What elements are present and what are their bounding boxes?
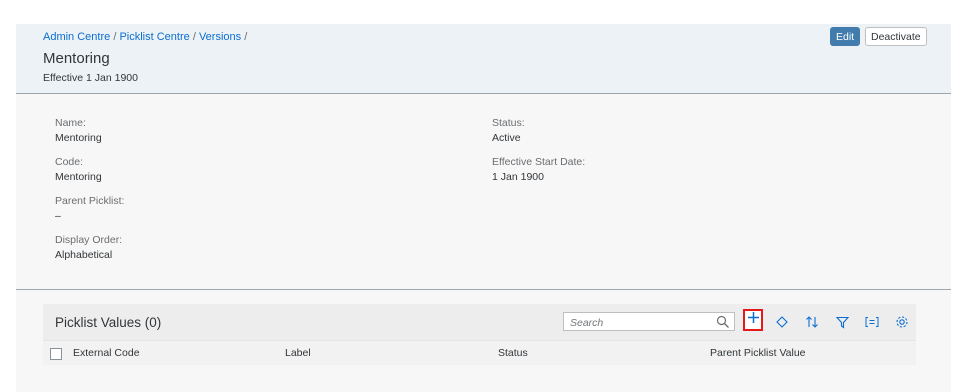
breadcrumb-picklist-centre[interactable]: Picklist Centre: [119, 31, 189, 43]
effective-start-date-value: 1 Jan 1900: [492, 171, 544, 183]
deactivate-button[interactable]: Deactivate: [865, 27, 927, 46]
display-order-value: Alphabetical: [55, 249, 113, 261]
display-order-label: Display Order:: [55, 234, 123, 246]
breadcrumb-separator: /: [113, 31, 117, 43]
parent-picklist-label: Parent Picklist:: [55, 195, 125, 207]
effective-start-date-label: Effective Start Date:: [492, 156, 586, 168]
search-input[interactable]: [564, 314, 716, 332]
code-label: Code:: [55, 156, 84, 168]
page-title: Mentoring: [43, 50, 110, 67]
search-icon[interactable]: [716, 315, 730, 329]
add-button[interactable]: [743, 309, 763, 331]
page-subtitle: Effective 1 Jan 1900: [43, 72, 138, 84]
select-all-checkbox[interactable]: [50, 348, 62, 360]
table-toolbar: Picklist Values (0): [43, 304, 916, 340]
column-label[interactable]: Label: [285, 347, 311, 359]
column-external-code[interactable]: External Code: [73, 347, 140, 359]
column-parent-picklist-value[interactable]: Parent Picklist Value: [710, 347, 806, 359]
table-title: Picklist Values (0): [55, 315, 162, 330]
name-value: Mentoring: [55, 132, 102, 144]
filter-icon[interactable]: [833, 313, 851, 331]
name-label: Name:: [55, 117, 86, 129]
page-header: Admin Centre / Picklist Centre / Version…: [16, 24, 951, 94]
search-box: [563, 312, 735, 332]
details-section: Name: Mentoring Code: Mentoring Parent P…: [16, 94, 951, 290]
column-status[interactable]: Status: [498, 347, 528, 359]
list-icon[interactable]: [863, 313, 881, 331]
gear-icon[interactable]: [893, 313, 911, 331]
parent-picklist-value: –: [55, 210, 61, 222]
breadcrumb-separator: /: [244, 31, 248, 43]
table-column-header: External Code Label Status Parent Pickli…: [43, 340, 916, 365]
breadcrumb-separator: /: [192, 31, 196, 43]
picklist-values-table: Picklist Values (0) Externa: [16, 290, 951, 392]
edit-button[interactable]: Edit: [830, 27, 861, 46]
sort-icon[interactable]: [803, 313, 821, 331]
code-value: Mentoring: [55, 171, 102, 183]
breadcrumb-admin-centre[interactable]: Admin Centre: [43, 31, 110, 43]
plus-icon: [747, 311, 760, 329]
diamond-icon[interactable]: [773, 313, 791, 331]
status-label: Status:: [492, 117, 525, 129]
breadcrumb-versions[interactable]: Versions: [199, 31, 241, 43]
breadcrumb: Admin Centre / Picklist Centre / Version…: [43, 31, 247, 43]
status-value: Active: [492, 132, 521, 144]
